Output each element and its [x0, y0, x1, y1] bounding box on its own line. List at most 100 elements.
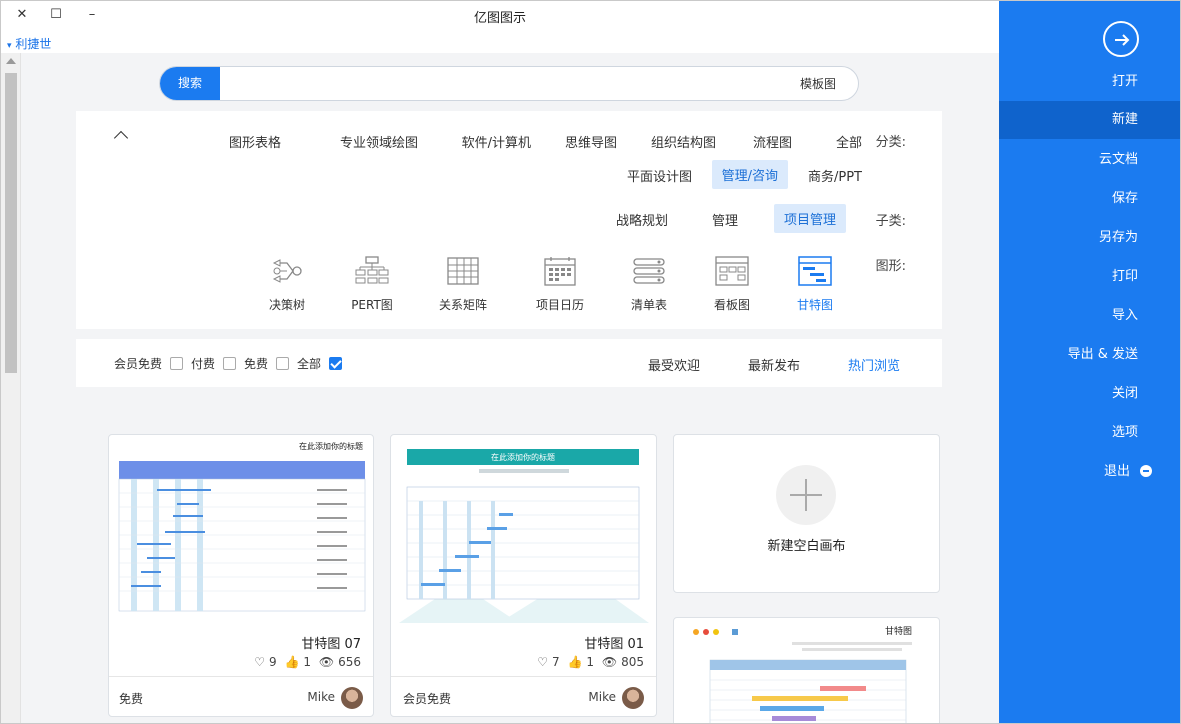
shape-calendar-label: 项目日历 — [535, 298, 584, 312]
favorite-icon[interactable]: ♡ — [537, 655, 548, 669]
like-count: 1 — [586, 655, 595, 669]
shape-kanban[interactable]: 看板图 — [697, 256, 767, 313]
user-name[interactable]: ▾ 利捷世 — [7, 35, 51, 52]
category-graphic-design[interactable]: 平面设计图 — [627, 166, 692, 185]
chevron-down-icon: ▾ — [7, 41, 12, 51]
plus-icon — [776, 465, 836, 525]
menu-options[interactable]: 选项 — [999, 414, 1180, 452]
shape-checklist-label: 清单表 — [630, 298, 667, 312]
view-icon: 👁 — [318, 655, 335, 669]
app-window: ✕ ☐ – 亿图图示 ▾ 利捷世 搜索 分类: 全部 流程图 组织结构图 思维导… — [0, 0, 1181, 724]
favorite-icon[interactable]: ♡ — [254, 655, 265, 669]
scroll-thumb[interactable] — [5, 73, 17, 373]
scroll-up-icon[interactable] — [6, 58, 16, 64]
shape-decision-tree[interactable]: 决策树 — [252, 256, 322, 313]
template-card[interactable]: 在此添加你的标题 甘特图 07 ♡ 9 👍 1 👁 656 Mike 免费 — [108, 434, 374, 717]
category-all[interactable]: 全部 — [836, 132, 862, 151]
sub-label: 子类: — [875, 214, 906, 229]
menu-save-as[interactable]: 另存为 — [999, 219, 1180, 257]
category-management[interactable]: 管理/咨询 — [711, 160, 788, 189]
back-arrow-icon[interactable] — [1103, 21, 1139, 57]
search-input[interactable] — [222, 67, 850, 100]
avatar — [341, 687, 363, 709]
menu-save[interactable]: 保存 — [999, 180, 1180, 218]
like-icon[interactable]: 👍 — [284, 655, 299, 669]
thumb-title: 甘特图 — [885, 625, 912, 637]
menu-cloud-docs[interactable]: 云文档 — [999, 141, 1180, 179]
calendar-icon — [544, 257, 576, 286]
shape-checklist[interactable]: 清单表 — [614, 256, 684, 313]
kanban-icon — [715, 256, 749, 286]
sort-bar: 热门浏览 最新发布 最受欢迎 全部 免费 付费 会员免费 — [76, 339, 942, 387]
category-label: 分类: — [875, 135, 906, 150]
filter-paid-label: 付费 — [191, 357, 216, 371]
template-stats: ♡ 7 👍 1 👁 805 — [533, 655, 644, 669]
filter-free-checkbox[interactable] — [276, 357, 289, 370]
category-org[interactable]: 组织结构图 — [651, 132, 716, 151]
new-blank-card[interactable]: 新建空白画布 — [673, 434, 940, 593]
search-button[interactable]: 搜索 — [160, 67, 220, 100]
shape-decision-tree-label: 决策树 — [268, 298, 305, 312]
template-card[interactable]: 甘特图 — [673, 617, 940, 723]
menu-print[interactable]: 打印 — [999, 258, 1180, 296]
menu-open[interactable]: 打开 — [999, 63, 1180, 101]
price-label: 免费 — [119, 692, 144, 706]
shape-pert[interactable]: PERT图 — [337, 256, 407, 313]
scrollbar[interactable] — [1, 53, 21, 723]
sub-management[interactable]: 管理 — [712, 210, 738, 229]
author-name[interactable]: Mike — [307, 690, 335, 704]
menu-save-label: 保存 — [1111, 191, 1138, 206]
category-software[interactable]: 软件/计算机 — [462, 132, 531, 151]
sub-project-management[interactable]: 项目管理 — [773, 204, 846, 233]
user-name-label: 利捷世 — [15, 37, 52, 51]
sub-strategy[interactable]: 战略规划 — [616, 210, 668, 229]
menu-new-label: 新建 — [1111, 112, 1138, 127]
fav-count: 7 — [551, 655, 560, 669]
new-blank-label: 新建空白画布 — [767, 539, 846, 554]
shape-matrix-label: 关系矩阵 — [438, 298, 487, 312]
collapse-icon[interactable] — [113, 130, 129, 146]
filter-free-label: 免费 — [244, 357, 269, 371]
menu-close[interactable]: 关闭 — [999, 375, 1180, 413]
thumb-title: 在此添加你的标题 — [299, 441, 363, 451]
menu-import[interactable]: 导入 — [999, 297, 1180, 335]
view-count: 656 — [338, 655, 361, 669]
filter-member-label: 会员免费 — [114, 357, 163, 371]
filter-member-checkbox[interactable] — [170, 357, 183, 370]
exit-icon — [1140, 465, 1152, 477]
side-panel: 打开 新建 云文档 保存 另存为 打印 导入 导出 & 发送 关闭 选项 退出 — [999, 1, 1180, 723]
sort-latest[interactable]: 最新发布 — [748, 355, 800, 374]
menu-cloud-label: 云文档 — [1098, 152, 1138, 167]
shape-gantt[interactable]: 甘特图 — [780, 256, 850, 313]
filter-panel: 分类: 全部 流程图 组织结构图 思维导图 软件/计算机 专业领域绘图 图形表格… — [76, 111, 942, 329]
avatar — [622, 687, 644, 709]
menu-exit[interactable]: 退出 — [999, 453, 1180, 491]
matrix-icon — [447, 257, 479, 285]
user-bar: ▾ 利捷世 — [1, 31, 999, 53]
category-mindmap[interactable]: 思维导图 — [565, 132, 617, 151]
template-stats: ♡ 9 👍 1 👁 656 — [250, 655, 361, 669]
menu-new[interactable]: 新建 — [999, 101, 1180, 139]
author-name[interactable]: Mike — [588, 690, 616, 704]
like-icon[interactable]: 👍 — [567, 655, 582, 669]
template-thumbnail: 在此添加你的标题 — [118, 441, 366, 612]
sort-popular[interactable]: 最受欢迎 — [648, 355, 700, 374]
fav-count: 9 — [268, 655, 277, 669]
category-business[interactable]: 商务/PPT — [808, 166, 862, 185]
category-pro[interactable]: 专业领域绘图 — [340, 132, 418, 151]
menu-export-send[interactable]: 导出 & 发送 — [999, 336, 1180, 374]
title-bar: ✕ ☐ – 亿图图示 — [1, 1, 999, 31]
menu-export-label: 导出 & 发送 — [1067, 347, 1138, 362]
category-flowchart[interactable]: 流程图 — [753, 132, 792, 151]
template-footer: Mike 免费 — [109, 676, 373, 716]
shape-matrix[interactable]: 关系矩阵 — [428, 256, 498, 313]
decision-tree-icon — [272, 259, 302, 283]
category-graphic-table[interactable]: 图形表格 — [229, 132, 281, 151]
filter-all-checkbox[interactable] — [329, 357, 342, 370]
filter-paid-checkbox[interactable] — [223, 357, 236, 370]
sort-hot[interactable]: 热门浏览 — [848, 355, 900, 374]
filter-all-label: 全部 — [297, 357, 322, 371]
template-card[interactable]: 在此添加你的标题 甘特图 01 ♡ 7 👍 1 👁 805 Mike 会员免费 — [390, 434, 657, 717]
template-thumbnail: 甘特图 — [693, 625, 912, 723]
shape-calendar[interactable]: 项目日历 — [525, 256, 595, 313]
